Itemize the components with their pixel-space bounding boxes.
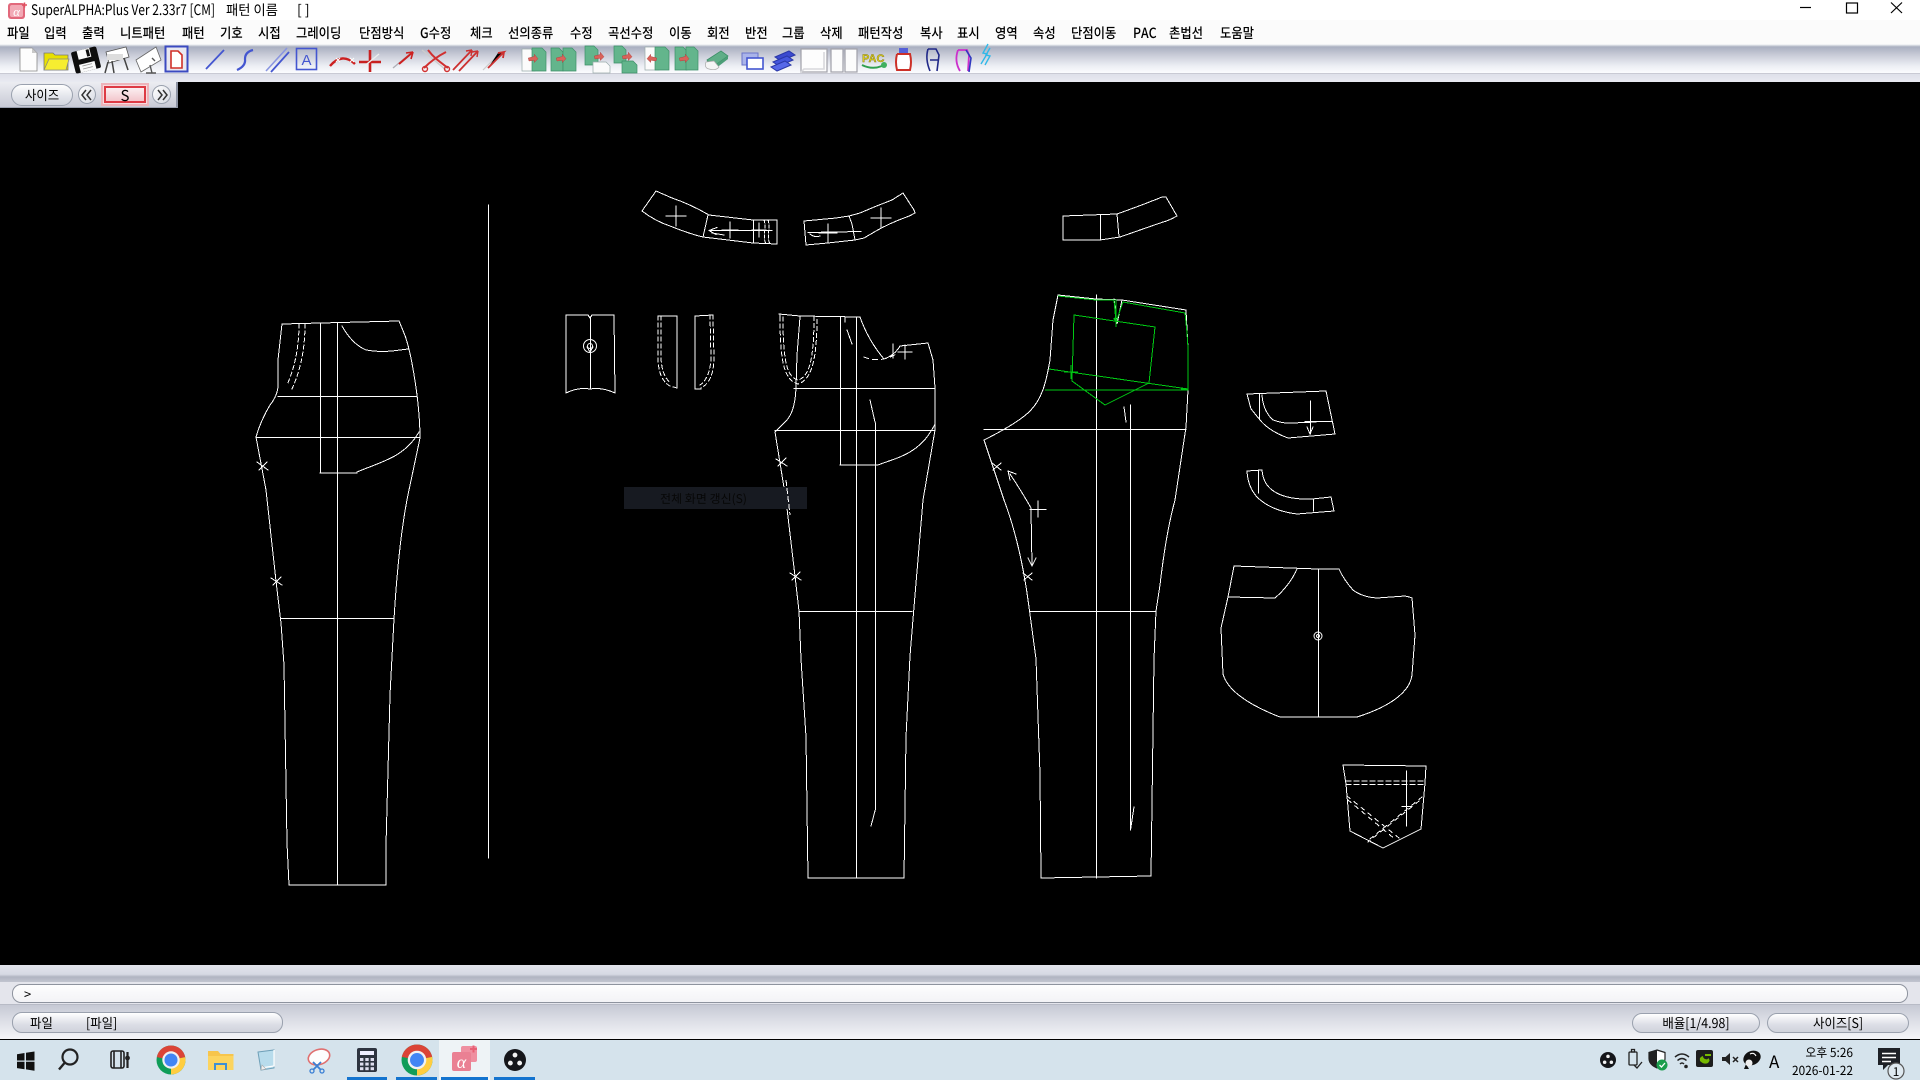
svg-text:α: α bbox=[457, 1052, 467, 1072]
svg-text:A: A bbox=[301, 52, 311, 69]
svg-text:PAC: PAC bbox=[862, 53, 884, 65]
svg-text:α: α bbox=[13, 4, 21, 19]
